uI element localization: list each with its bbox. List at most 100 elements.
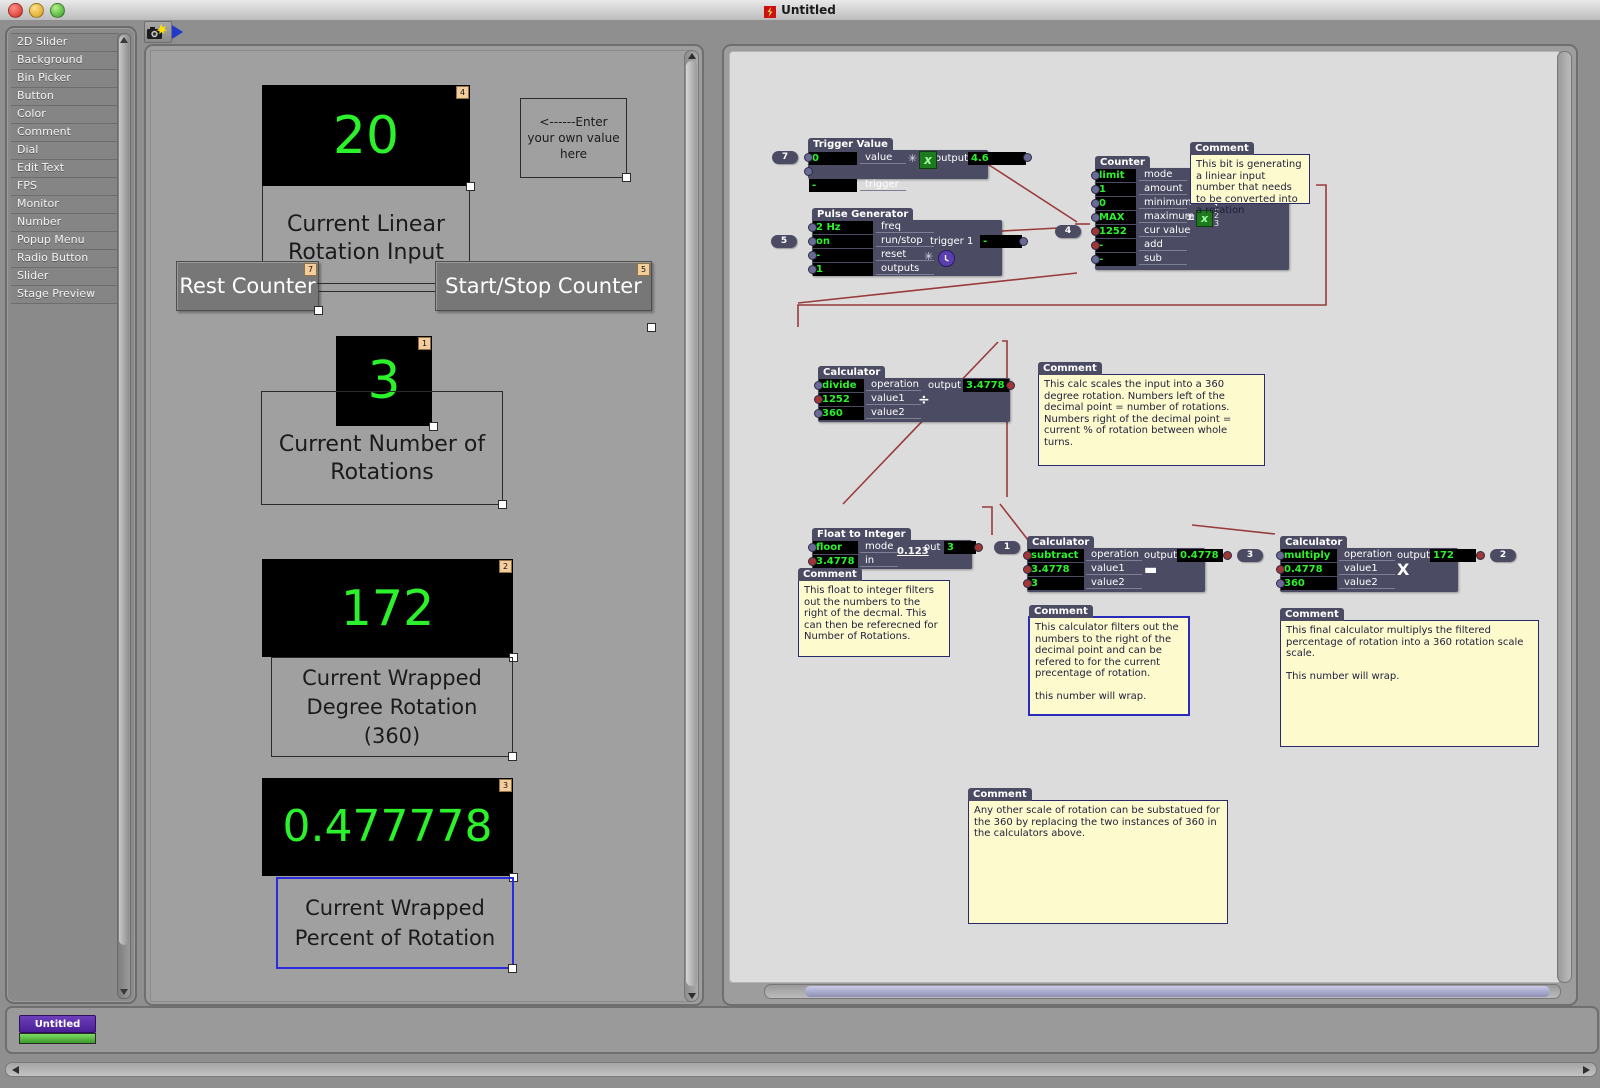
comment-float[interactable]: Comment This float to integer filters ou… bbox=[798, 568, 950, 657]
palette-item-edit-text[interactable]: Edit Text bbox=[11, 160, 119, 178]
chevron-up-icon[interactable] bbox=[688, 53, 696, 59]
stage-vertical-scrollbar[interactable] bbox=[684, 50, 699, 1002]
output-port[interactable] bbox=[1223, 551, 1232, 560]
input-port[interactable] bbox=[804, 167, 813, 176]
chevron-down-icon[interactable] bbox=[688, 993, 696, 999]
input-port[interactable] bbox=[1023, 565, 1032, 574]
input-value-mode[interactable]: limit bbox=[1099, 170, 1124, 181]
palette-item-button[interactable]: Button bbox=[11, 88, 119, 106]
palette-item-radio-button[interactable]: Radio Button bbox=[11, 250, 119, 268]
hint-textbox[interactable]: <------Enter your own value here bbox=[520, 98, 627, 178]
input-value-in[interactable]: 3.4778 bbox=[816, 556, 855, 567]
comment-multiply[interactable]: Comment This final calculator multiplys … bbox=[1280, 608, 1539, 747]
input-port[interactable] bbox=[808, 223, 817, 232]
input-port[interactable] bbox=[1091, 213, 1100, 222]
input-value-freq[interactable]: 2 Hz bbox=[816, 222, 841, 233]
input-port[interactable] bbox=[1091, 185, 1100, 194]
output-port[interactable] bbox=[1019, 237, 1028, 246]
output-port[interactable] bbox=[974, 543, 983, 552]
input-value-mode[interactable]: floor bbox=[816, 542, 842, 553]
input-value-value1[interactable]: 3.4778 bbox=[1031, 564, 1070, 575]
input-badge-5[interactable]: 5 bbox=[771, 235, 797, 248]
input-port[interactable] bbox=[808, 557, 817, 566]
output-port[interactable] bbox=[1476, 551, 1485, 560]
input-badge-4[interactable]: 4 bbox=[1055, 225, 1081, 238]
node-float-to-integer[interactable]: Float to Integer floor mode 3.4778 in ou… bbox=[808, 528, 1020, 569]
input-value-value1[interactable]: 1252 bbox=[822, 394, 850, 405]
input-value-value2[interactable]: 3 bbox=[1031, 578, 1038, 589]
stage-canvas[interactable]: 20 4 Current Linear Rotation Input <----… bbox=[150, 50, 692, 1002]
palette-item-fps[interactable]: FPS bbox=[11, 178, 119, 196]
input-port[interactable] bbox=[1276, 565, 1285, 574]
input-port[interactable] bbox=[1091, 241, 1100, 250]
input-port[interactable] bbox=[1023, 551, 1032, 560]
input-badge-7[interactable]: 7 bbox=[772, 151, 798, 164]
node-calculator-divide[interactable]: Calculator divide operation 1252 value1 … bbox=[814, 366, 1015, 422]
input-value-value[interactable]: 0 bbox=[812, 153, 819, 164]
input-port[interactable] bbox=[1276, 551, 1285, 560]
input-port[interactable] bbox=[1091, 199, 1100, 208]
palette-item-stage-preview[interactable]: Stage Preview bbox=[11, 286, 119, 304]
input-port[interactable] bbox=[1091, 255, 1100, 264]
input-value-minimum[interactable]: 0 bbox=[1099, 198, 1106, 209]
input-value-amount[interactable]: 1 bbox=[1099, 184, 1106, 195]
input-port[interactable] bbox=[814, 395, 823, 404]
input-port[interactable] bbox=[1091, 171, 1100, 180]
palette-scroll-thumb[interactable] bbox=[119, 35, 129, 945]
resize-handle[interactable] bbox=[647, 323, 656, 332]
chevron-left-icon[interactable] bbox=[12, 1066, 19, 1074]
palette-item-popup-menu[interactable]: Popup Menu bbox=[11, 232, 119, 250]
node-calculator-subtract[interactable]: Calculator subtract operation 3.4778 val… bbox=[1023, 536, 1263, 592]
input-value-operation[interactable]: multiply bbox=[1284, 550, 1330, 561]
patch-canvas[interactable]: Trigger Value 0 value output 4.6 - trigg… bbox=[729, 51, 1561, 983]
input-value-operation[interactable]: subtract bbox=[1031, 550, 1078, 561]
patch-scroll-thumb[interactable] bbox=[805, 986, 1550, 997]
chevron-down-icon[interactable] bbox=[120, 989, 128, 995]
document-tab-untitled[interactable]: Untitled bbox=[19, 1015, 96, 1033]
input-value-outputs[interactable]: 1 bbox=[816, 264, 823, 275]
patch-horizontal-scrollbar[interactable] bbox=[764, 984, 1561, 999]
resize-handle[interactable] bbox=[622, 173, 631, 182]
input-value-trigger[interactable]: - bbox=[812, 180, 816, 191]
resize-handle[interactable] bbox=[466, 182, 475, 191]
node-trigger-value[interactable]: Trigger Value 0 value output 4.6 - trigg… bbox=[772, 138, 1032, 192]
comment-subtract[interactable]: Comment This calculator filters out the … bbox=[1028, 605, 1190, 716]
node-pulse-generator[interactable]: Pulse Generator 2 Hz freq on run/stop - … bbox=[771, 208, 1028, 276]
patch-vertical-scrollbar[interactable] bbox=[1557, 51, 1572, 983]
chevron-up-icon[interactable] bbox=[120, 37, 128, 43]
window-controls[interactable] bbox=[8, 3, 65, 18]
input-port[interactable] bbox=[1023, 579, 1032, 588]
palette-item-number[interactable]: Number bbox=[11, 214, 119, 232]
input-value-value2[interactable]: 360 bbox=[1284, 578, 1305, 589]
comment-linear[interactable]: Comment This bit is generating a liniear… bbox=[1190, 142, 1310, 216]
stage-scroll-thumb[interactable] bbox=[686, 61, 697, 986]
start-stop-counter-button[interactable]: Start/Stop Counter 5 bbox=[435, 261, 652, 311]
input-port[interactable] bbox=[808, 265, 817, 274]
camera-icon[interactable] bbox=[144, 21, 172, 43]
output-port[interactable] bbox=[1006, 381, 1015, 390]
node-calculator-multiply[interactable]: Calculator multiply operation 0.4778 val… bbox=[1276, 536, 1516, 592]
comment-anyscale[interactable]: Comment Any other scale of rotation can … bbox=[968, 788, 1228, 924]
minimize-button[interactable] bbox=[29, 3, 44, 18]
output-port[interactable] bbox=[1023, 153, 1032, 162]
resize-handle[interactable] bbox=[508, 964, 517, 973]
input-port[interactable] bbox=[808, 251, 817, 260]
input-port[interactable] bbox=[1276, 579, 1285, 588]
input-value-runstop[interactable]: on bbox=[816, 236, 830, 247]
input-port[interactable] bbox=[808, 543, 817, 552]
linear-input-display[interactable]: 20 4 bbox=[262, 85, 470, 186]
palette-item-comment[interactable]: Comment bbox=[11, 124, 119, 142]
input-value-maximum[interactable]: MAX bbox=[1099, 212, 1124, 223]
resize-handle[interactable] bbox=[508, 752, 517, 761]
input-port[interactable] bbox=[1091, 227, 1100, 236]
palette-item-2d-slider[interactable]: 2D Slider bbox=[11, 33, 119, 52]
input-value-value1[interactable]: 0.4778 bbox=[1284, 564, 1323, 575]
comment-scale360[interactable]: Comment This calc scales the input into … bbox=[1038, 362, 1265, 466]
input-port[interactable] bbox=[814, 409, 823, 418]
input-value-curvalue[interactable]: 1252 bbox=[1099, 226, 1127, 237]
chevron-right-icon[interactable] bbox=[1583, 1066, 1590, 1074]
palette-item-color[interactable]: Color bbox=[11, 106, 119, 124]
palette-item-bin-picker[interactable]: Bin Picker bbox=[11, 70, 119, 88]
zoom-button[interactable] bbox=[50, 3, 65, 18]
resize-handle[interactable] bbox=[498, 500, 507, 509]
